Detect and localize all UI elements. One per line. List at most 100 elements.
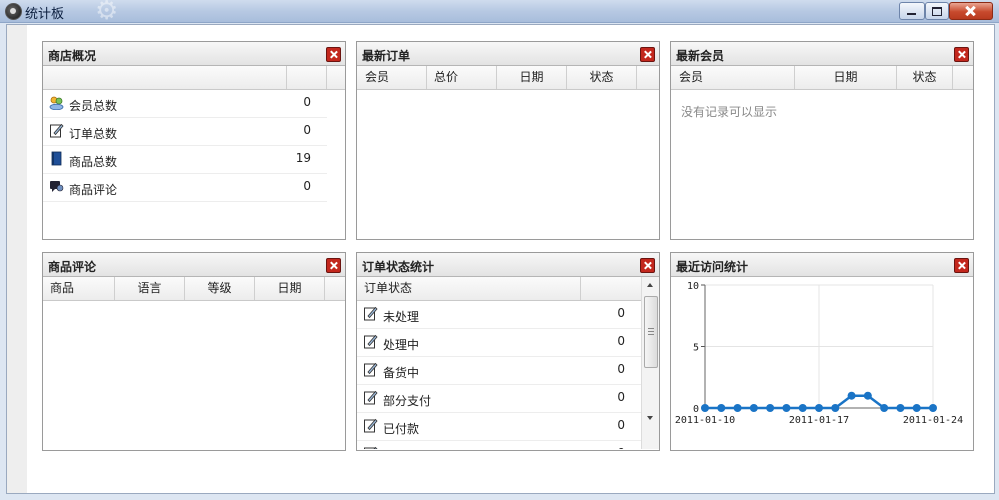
panel-close-button[interactable] <box>326 47 341 62</box>
scroll-up-arrow-icon[interactable] <box>642 277 659 294</box>
y-tick-label: 5 <box>693 343 699 354</box>
row-label: 处理中 <box>383 338 420 352</box>
data-point <box>815 404 823 412</box>
column-header-date[interactable]: 日期 <box>255 277 325 300</box>
document-edit-icon <box>364 390 378 405</box>
table-row[interactable]: 会员总数 0 <box>43 90 327 118</box>
panel-title: 商店概况 <box>48 49 97 63</box>
data-point <box>798 404 807 412</box>
panel-close-button[interactable] <box>640 258 655 273</box>
column-header[interactable] <box>581 277 642 300</box>
table-row[interactable]: 部分支付 0 <box>357 385 641 413</box>
dashboard-content: 商店概况 会员总数 0 订单总数 0 商品总数 19 商品评论 0 最新订单 会… <box>6 24 995 494</box>
table-header: 会员 日期 状态 <box>671 66 973 90</box>
row-value: 0 <box>617 306 625 320</box>
panel-title: 最新订单 <box>362 49 411 63</box>
minimize-button[interactable] <box>899 2 925 20</box>
close-window-button[interactable] <box>949 2 993 20</box>
panel-header: 订单状态统计 <box>357 253 659 277</box>
panel-close-button[interactable] <box>954 258 969 273</box>
row-label: 未处理 <box>383 310 420 324</box>
table-row[interactable]: 未处理 0 <box>357 301 641 329</box>
left-margin <box>7 25 27 493</box>
comment-icon <box>50 181 64 192</box>
data-point <box>733 404 742 412</box>
data-point <box>896 404 905 412</box>
vertical-scrollbar[interactable] <box>641 277 659 449</box>
book-icon <box>51 151 62 166</box>
data-point <box>847 391 856 400</box>
row-value: 0 <box>303 179 311 193</box>
data-point <box>831 404 840 412</box>
app-window: 统计板 ⚙ 商店概况 会员总数 0 订单总数 0 商品总数 19 商品评论 0 … <box>0 0 999 500</box>
panel-title: 商品评论 <box>48 260 97 274</box>
data-point <box>929 404 937 412</box>
panel-close-button[interactable] <box>326 258 341 273</box>
gear-watermark-icon: ⚙ <box>95 0 119 26</box>
table-row[interactable]: 商品总数 19 <box>43 146 327 174</box>
panel-shop-overview: 商店概况 会员总数 0 订单总数 0 商品总数 19 商品评论 0 <box>42 41 346 240</box>
column-header-language[interactable]: 语言 <box>115 277 185 300</box>
table-row[interactable]: 订单总数 0 <box>43 118 327 146</box>
table-row[interactable]: 处理中 0 <box>357 329 641 357</box>
column-header-date[interactable]: 日期 <box>795 66 897 89</box>
row-value: 0 <box>617 446 625 449</box>
row-value: 0 <box>617 334 625 348</box>
panel-header: 最近访问统计 <box>671 253 973 277</box>
window-title: 统计板 <box>25 7 65 22</box>
row-label: 会员总数 <box>69 99 118 113</box>
data-point <box>717 404 726 412</box>
scroll-down-arrow-icon[interactable] <box>642 410 659 427</box>
column-header[interactable] <box>287 66 327 89</box>
data-point <box>766 404 775 412</box>
data-point <box>701 404 709 412</box>
table-row[interactable]: 0 <box>357 441 641 449</box>
title-bar: 统计板 ⚙ <box>0 0 999 26</box>
row-value: 0 <box>617 418 625 432</box>
table-row[interactable]: 已付款 0 <box>357 413 641 441</box>
table-body: 会员总数 0 订单总数 0 商品总数 19 商品评论 0 <box>43 90 327 202</box>
row-label: 商品评论 <box>69 183 118 197</box>
panel-close-button[interactable] <box>640 47 655 62</box>
row-value: 0 <box>303 123 311 137</box>
panel-header: 最新订单 <box>357 42 659 66</box>
x-tick-label: 2011-01-24 <box>903 415 963 426</box>
column-header-member[interactable]: 会员 <box>671 66 795 89</box>
scrollbar-thumb[interactable] <box>644 296 658 368</box>
table-row[interactable]: 备货中 0 <box>357 357 641 385</box>
document-edit-icon <box>364 446 378 449</box>
table-row[interactable]: 商品评论 0 <box>43 174 327 202</box>
row-label: 备货中 <box>383 366 420 380</box>
row-value: 0 <box>617 390 625 404</box>
document-edit-icon <box>364 362 378 377</box>
data-point <box>880 404 889 412</box>
panel-close-button[interactable] <box>954 47 969 62</box>
data-point <box>782 404 791 412</box>
row-value: 19 <box>295 151 311 165</box>
column-header-product[interactable]: 商品 <box>43 277 115 300</box>
y-tick-label: 10 <box>687 281 699 292</box>
panel-latest-orders: 最新订单 会员 总价 日期 状态 <box>356 41 660 240</box>
document-edit-icon <box>364 418 378 433</box>
column-header-member[interactable]: 会员 <box>357 66 427 89</box>
row-value: 0 <box>617 362 625 376</box>
column-header-status[interactable]: 状态 <box>567 66 637 89</box>
panel-order-status: 订单状态统计 订单状态 未处理 0 处理中 0 备货中 0 部分支付 0 已付款… <box>356 252 660 451</box>
panel-header: 最新会员 <box>671 42 973 66</box>
data-point <box>863 391 872 400</box>
maximize-button[interactable] <box>925 2 949 20</box>
column-header-total[interactable]: 总价 <box>427 66 497 89</box>
x-tick-label: 2011-01-17 <box>789 415 849 426</box>
column-header-rating[interactable]: 等级 <box>185 277 255 300</box>
row-label: 商品总数 <box>69 155 118 169</box>
column-header-date[interactable]: 日期 <box>497 66 567 89</box>
column-header-status[interactable]: 状态 <box>897 66 953 89</box>
users-icon <box>49 96 64 110</box>
visits-line-chart: 10 5 02011-01-10 2011-01-17 2011-01-24 <box>675 281 963 426</box>
empty-message: 没有记录可以显示 <box>681 105 778 119</box>
column-header[interactable] <box>43 66 287 89</box>
panel-title: 最近访问统计 <box>676 260 749 274</box>
table-header: 订单状态 <box>357 277 642 301</box>
data-point <box>749 404 758 412</box>
column-header-order-status[interactable]: 订单状态 <box>357 277 581 300</box>
